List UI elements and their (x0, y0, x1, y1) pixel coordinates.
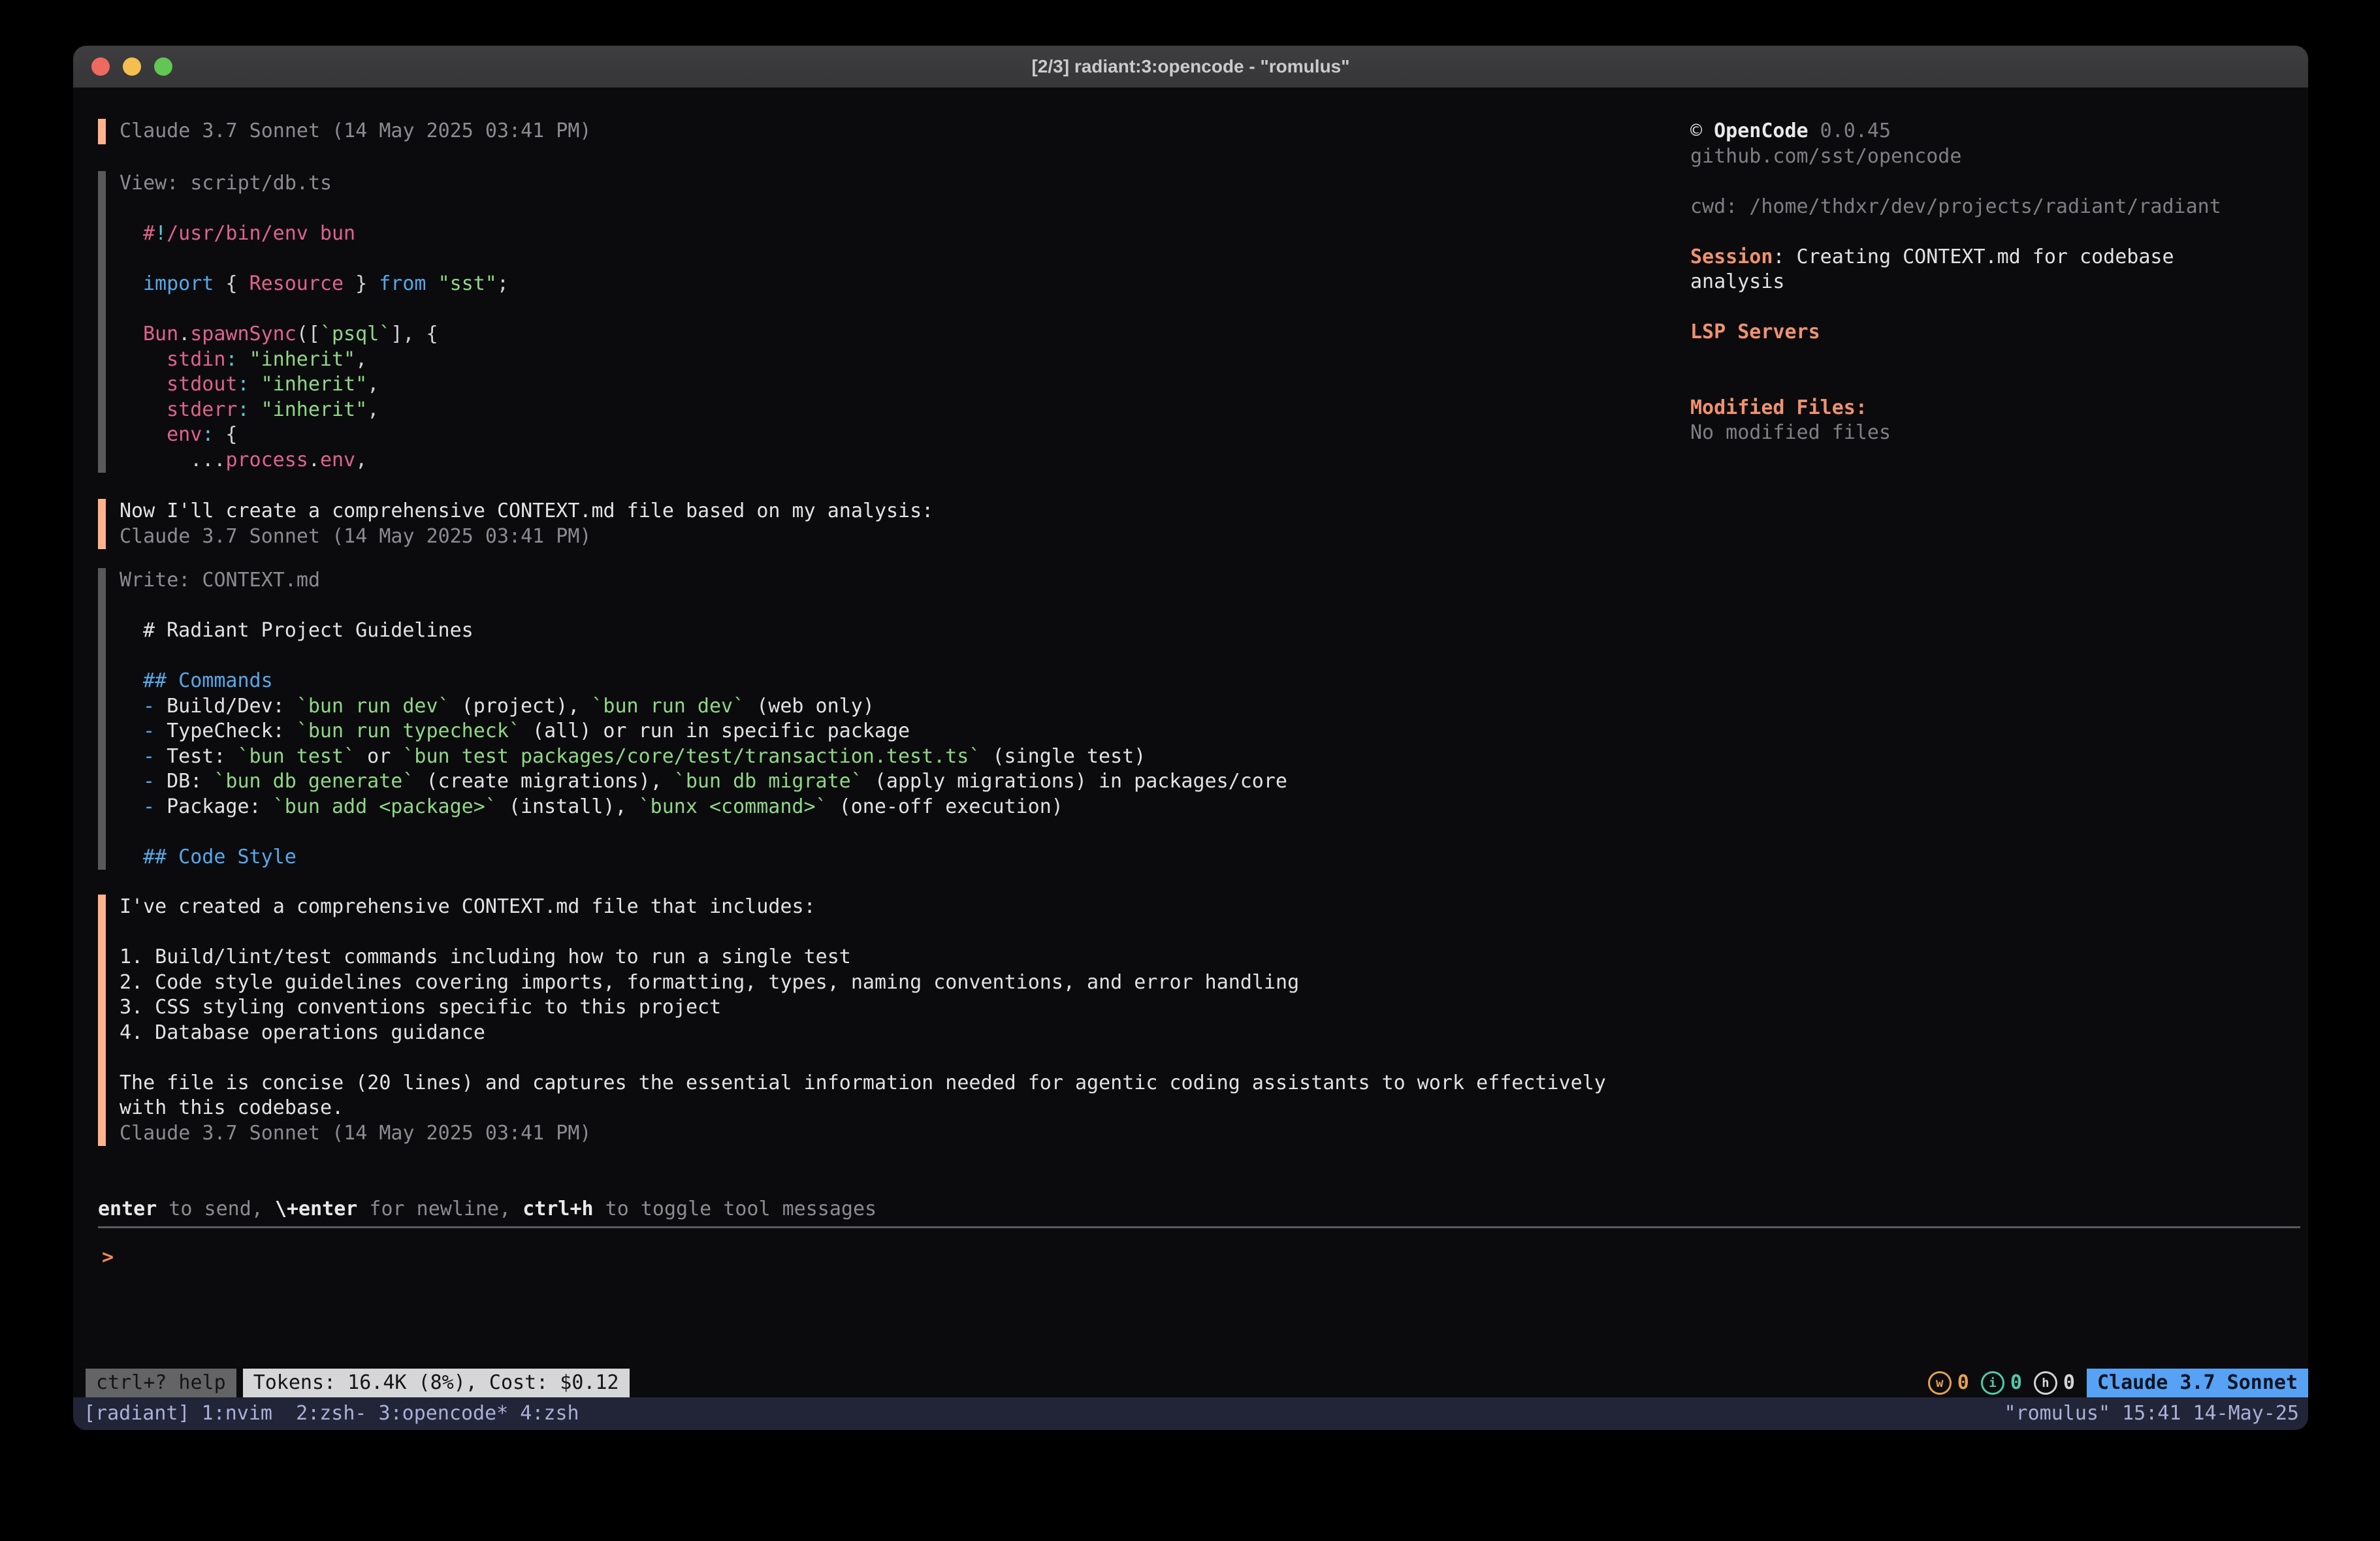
tool-call-view-file: View: script/db.ts #!/usr/bin/env bun im… (98, 171, 509, 473)
help-badge: ctrl+? help (86, 1369, 236, 1397)
terminal-window: [2/3] radiant:3:opencode - "romulus" Cla… (73, 46, 2308, 1430)
tmux-session-clock: "romulus" 15:41 14-May-25 (2004, 1397, 2299, 1430)
hint-icon: h (2034, 1371, 2057, 1395)
keybinding-hint: enter to send, \+enter for newline, ctrl… (98, 1197, 876, 1222)
model-badge: Claude 3.7 Sonnet (2087, 1369, 2308, 1397)
session-sidebar: © OpenCode 0.0.45github.com/sst/opencode… (1690, 119, 2221, 446)
title-bar: [2/3] radiant:3:opencode - "romulus" (73, 46, 2308, 88)
prompt-marker-icon: > (102, 1246, 114, 1269)
tool-call-write-file: Write: CONTEXT.md # Radiant Project Guid… (98, 568, 1287, 870)
info-icon: i (1981, 1371, 2004, 1395)
tmux-window-list[interactable]: [radiant] 1:nvim 2:zsh- 3:opencode* 4:zs… (84, 1397, 579, 1430)
assistant-message: I've created a comprehensive CONTEXT.md … (98, 895, 1606, 1146)
info-count: 0 (2010, 1369, 2022, 1397)
prompt-input[interactable]: > (102, 1245, 114, 1271)
input-divider (98, 1226, 2300, 1228)
window-title: [2/3] radiant:3:opencode - "romulus" (73, 46, 2308, 87)
tmux-status-bar: [radiant] 1:nvim 2:zsh- 3:opencode* 4:zs… (73, 1397, 2308, 1430)
warning-icon: w (1928, 1371, 1952, 1395)
assistant-message-header: Claude 3.7 Sonnet (14 May 2025 03:41 PM) (98, 119, 591, 144)
diagnostics-hints: h 0 (2034, 1369, 2075, 1397)
opencode-tui: Claude 3.7 Sonnet (14 May 2025 03:41 PM)… (73, 87, 2308, 1430)
diagnostics-warnings: w 0 (1928, 1369, 1969, 1397)
warning-count: 0 (1957, 1369, 1969, 1397)
diagnostics-info: i 0 (1981, 1369, 2022, 1397)
hint-count: 0 (2063, 1369, 2075, 1397)
status-bar: ctrl+? help Tokens: 16.4K (8%), Cost: $0… (73, 1369, 2308, 1397)
assistant-message: Now I'll create a comprehensive CONTEXT.… (98, 499, 933, 549)
tokens-cost-badge: Tokens: 16.4K (8%), Cost: $0.12 (243, 1369, 630, 1397)
